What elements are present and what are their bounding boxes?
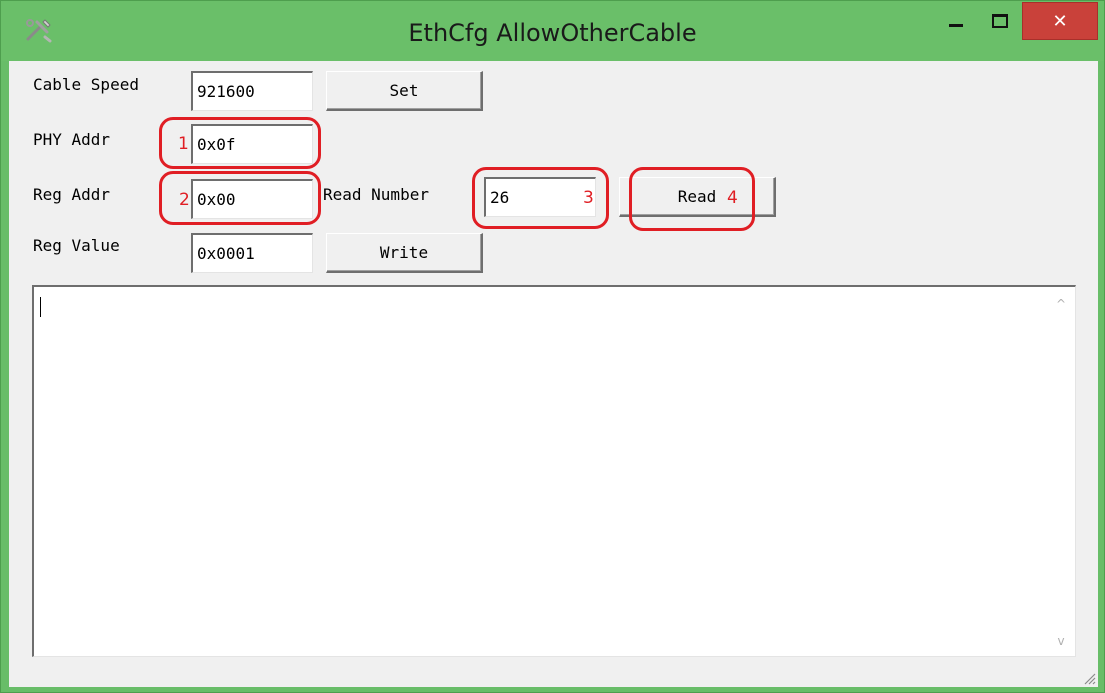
reg-value-input[interactable]: 0x0001 <box>191 233 313 273</box>
resize-grip-icon[interactable] <box>1080 669 1096 685</box>
annotation-number-1: 1 <box>178 134 189 154</box>
app-window: EthCfg AllowOtherCable ✕ Cable Speed 921… <box>0 0 1105 693</box>
annotation-number-3: 3 <box>583 188 594 208</box>
close-button[interactable]: ✕ <box>1022 2 1098 40</box>
title-bar[interactable]: EthCfg AllowOtherCable ✕ <box>1 1 1104 61</box>
set-button[interactable]: Set <box>326 71 483 111</box>
minimize-icon <box>949 23 963 27</box>
output-textarea[interactable]: ^ v <box>32 285 1076 657</box>
cable-speed-input[interactable]: 921600 <box>191 71 313 111</box>
phy-addr-label: PHY Addr <box>33 130 111 149</box>
write-button[interactable]: Write <box>326 233 483 273</box>
scroll-up-arrow-icon[interactable]: ^ <box>1053 297 1069 311</box>
close-icon: ✕ <box>1052 10 1068 32</box>
cable-speed-label: Cable Speed <box>33 75 139 94</box>
maximize-button[interactable] <box>979 1 1021 41</box>
read-number-label: Read Number <box>323 185 429 204</box>
text-caret <box>40 297 41 317</box>
maximize-icon <box>992 14 1008 28</box>
annotation-number-2: 2 <box>179 190 190 210</box>
client-area: Cable Speed 921600 Set PHY Addr 0x0f Reg… <box>9 61 1098 687</box>
reg-value-label: Reg Value <box>33 236 120 255</box>
scroll-down-arrow-icon[interactable]: v <box>1053 634 1069 648</box>
reg-addr-label: Reg Addr <box>33 185 111 204</box>
minimize-button[interactable] <box>933 1 979 41</box>
annotation-number-4: 4 <box>727 188 738 208</box>
